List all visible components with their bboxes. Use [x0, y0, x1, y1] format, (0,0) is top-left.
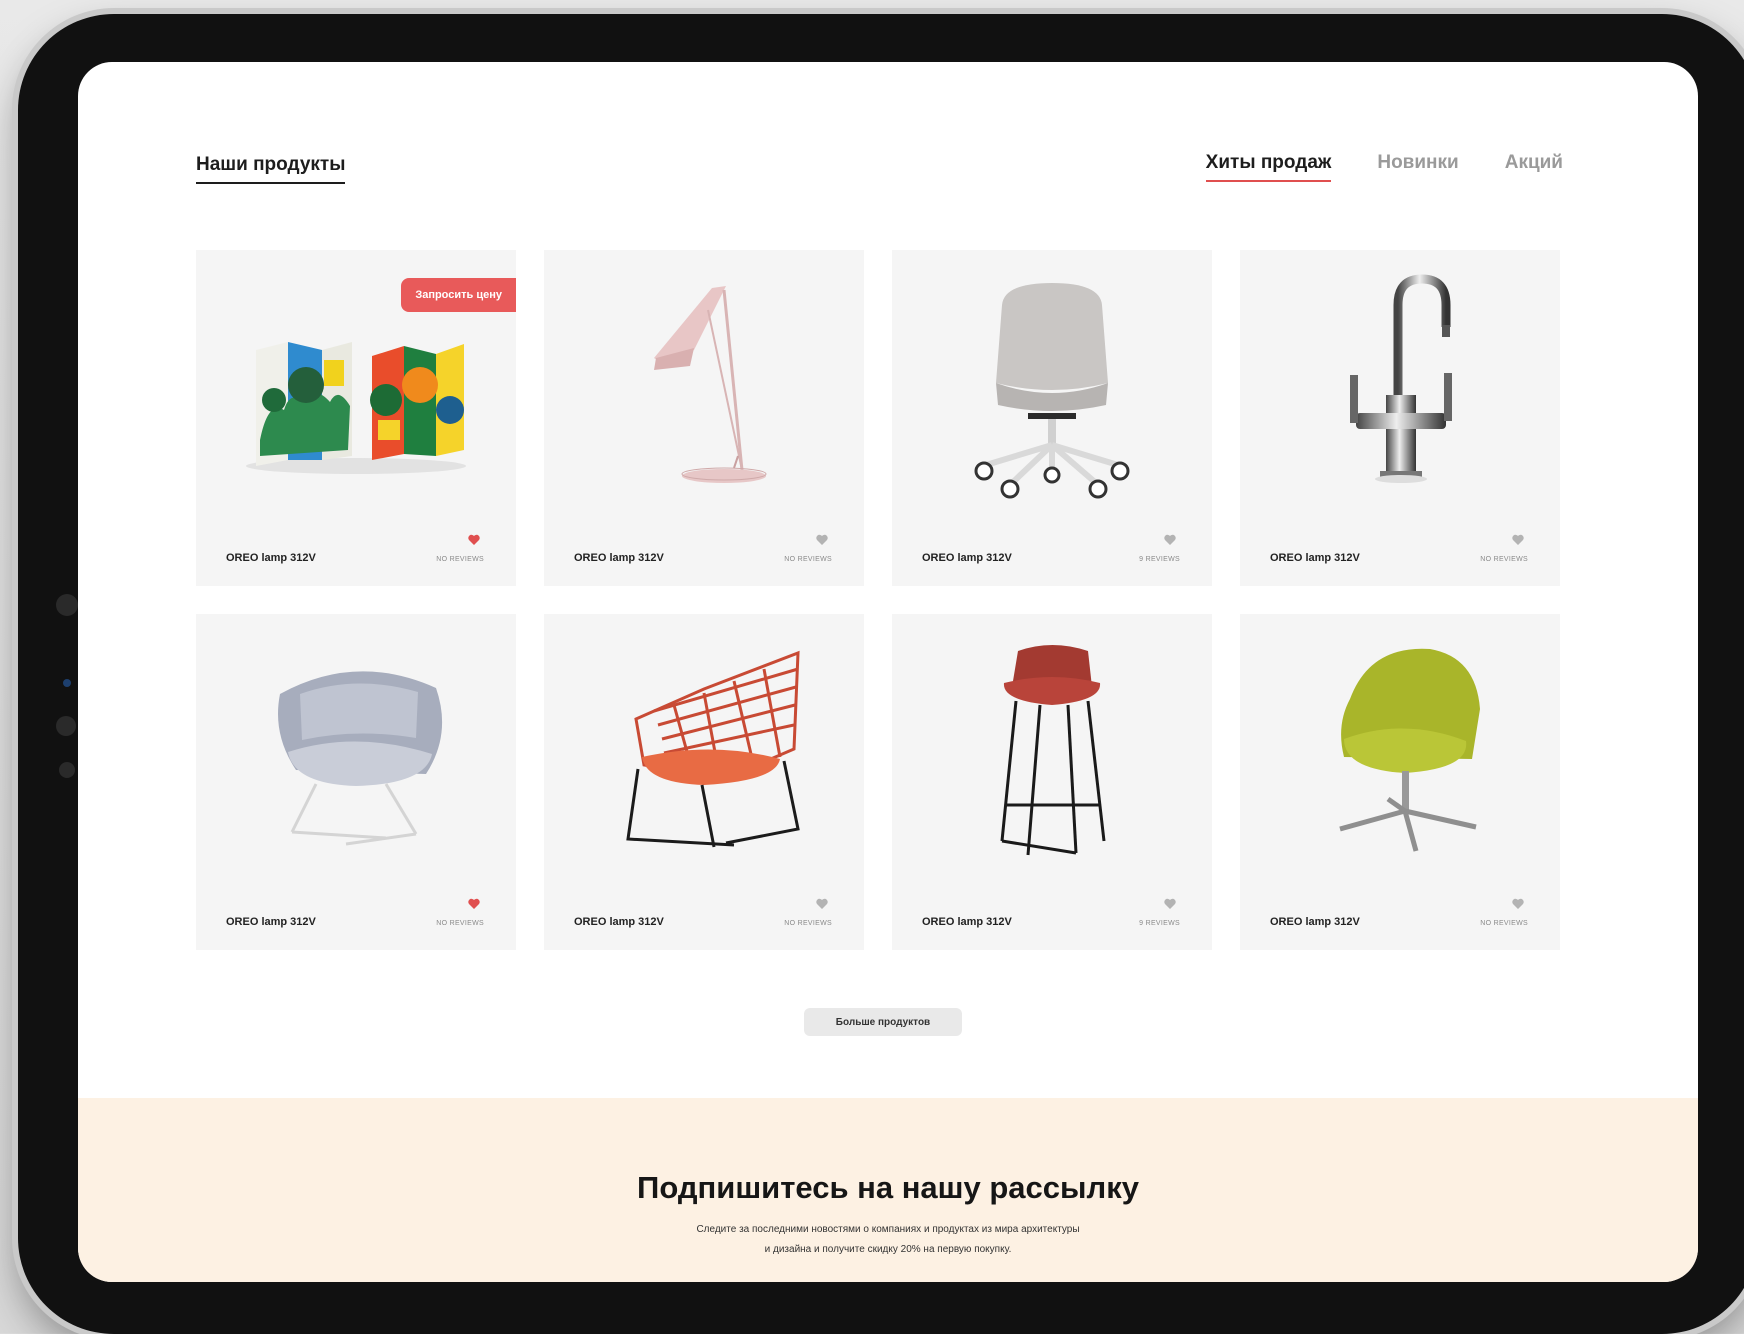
tab-new[interactable]: Новинки [1377, 152, 1458, 182]
product-image [544, 614, 864, 884]
product-reviews: NO REVIEWS [436, 920, 484, 927]
newsletter-text: Следите за последними новостями о компан… [78, 1220, 1698, 1260]
products-header: Наши продукты Хиты продаж Новинки Акций [78, 62, 1698, 212]
product-card[interactable]: Запросить цену OREO lamp 312V NO REVIEWS [196, 250, 516, 586]
product-reviews: NO REVIEWS [436, 556, 484, 563]
product-card[interactable]: OREO lamp 312V 9 REVIEWS [892, 614, 1212, 950]
product-reviews: 9 REVIEWS [1139, 556, 1180, 563]
heart-icon[interactable] [1164, 534, 1176, 546]
newsletter-section: Подпишитесь на нашу рассылку Следите за … [78, 1098, 1698, 1282]
product-reviews: 9 REVIEWS [1139, 920, 1180, 927]
product-reviews: NO REVIEWS [784, 556, 832, 563]
heart-icon[interactable] [1512, 534, 1524, 546]
product-name[interactable]: OREO lamp 312V [574, 916, 664, 928]
product-image [196, 614, 516, 884]
product-name[interactable]: OREO lamp 312V [574, 552, 664, 564]
product-card[interactable]: OREO lamp 312V 9 REVIEWS [892, 250, 1212, 586]
more-products-button[interactable]: Больше продуктов [804, 1008, 962, 1036]
tab-sale[interactable]: Акций [1505, 152, 1563, 182]
product-card[interactable]: OREO lamp 312V NO REVIEWS [544, 614, 864, 950]
heart-icon[interactable] [468, 534, 480, 546]
product-card[interactable]: OREO lamp 312V NO REVIEWS [544, 250, 864, 586]
product-image [892, 614, 1212, 884]
product-image [1240, 614, 1560, 884]
product-tabs: Хиты продаж Новинки Акций [1205, 152, 1563, 182]
heart-icon[interactable] [816, 534, 828, 546]
tab-bestsellers[interactable]: Хиты продаж [1205, 152, 1332, 182]
product-image [1240, 250, 1560, 520]
product-reviews: NO REVIEWS [1480, 920, 1528, 927]
product-name[interactable]: OREO lamp 312V [922, 552, 1012, 564]
product-name[interactable]: OREO lamp 312V [922, 916, 1012, 928]
section-title: Наши продукты [196, 154, 346, 184]
newsletter-title: Подпишитесь на нашу рассылку [637, 1170, 1139, 1205]
product-image [544, 250, 864, 520]
product-grid: Запросить цену OREO lamp 312V NO REVIEWS… [196, 250, 1570, 950]
product-name[interactable]: OREO lamp 312V [1270, 552, 1360, 564]
product-name[interactable]: OREO lamp 312V [1270, 916, 1360, 928]
product-card[interactable]: OREO lamp 312V NO REVIEWS [1240, 250, 1560, 586]
product-image [892, 250, 1212, 520]
camera-dot [63, 679, 71, 687]
heart-icon[interactable] [1164, 898, 1176, 910]
heart-icon[interactable] [1512, 898, 1524, 910]
screen: Наши продукты Хиты продаж Новинки Акций [78, 62, 1698, 1282]
newsletter-text-line: и дизайна и получите скидку 20% на перву… [764, 1244, 1012, 1255]
product-card[interactable]: OREO lamp 312V NO REVIEWS [196, 614, 516, 950]
newsletter-text-line: Следите за последними новостями о компан… [696, 1224, 1080, 1235]
product-card[interactable]: OREO lamp 312V NO REVIEWS [1240, 614, 1560, 950]
side-button [56, 594, 78, 616]
side-button [56, 716, 76, 736]
request-price-badge[interactable]: Запросить цену [401, 278, 516, 312]
product-name[interactable]: OREO lamp 312V [226, 552, 316, 564]
product-reviews: NO REVIEWS [784, 920, 832, 927]
side-button [59, 762, 75, 778]
product-reviews: NO REVIEWS [1480, 556, 1528, 563]
heart-icon[interactable] [468, 898, 480, 910]
heart-icon[interactable] [816, 898, 828, 910]
product-name[interactable]: OREO lamp 312V [226, 916, 316, 928]
